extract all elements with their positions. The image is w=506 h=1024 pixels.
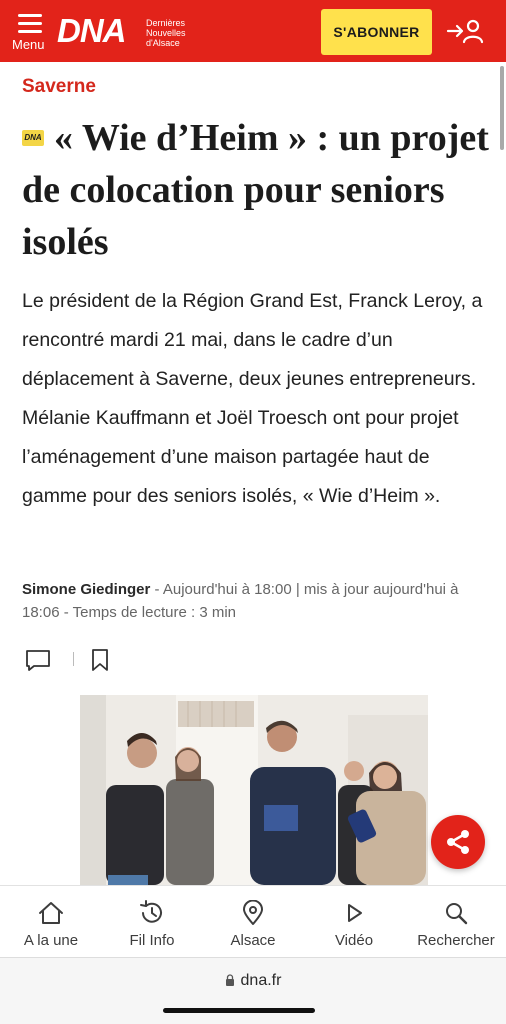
nav-label: Rechercher (417, 932, 495, 949)
dna-badge-icon: DNA (22, 130, 44, 146)
logo-subtitle-line: d'Alsace (146, 38, 180, 48)
article-photo[interactable] (80, 695, 428, 885)
share-icon (447, 830, 469, 854)
share-button[interactable] (431, 815, 485, 869)
login-user-icon[interactable] (446, 16, 486, 46)
article-rubric-link[interactable]: Saverne (22, 76, 96, 98)
article-actions (22, 646, 142, 674)
menu-label: Menu (12, 37, 45, 52)
nav-label: Fil Info (129, 932, 175, 949)
logo-text: DNA (57, 12, 126, 49)
nav-item-video[interactable]: Vidéo (316, 886, 392, 958)
search-icon (446, 903, 468, 925)
article-lead: Le président de la Région Grand Est, Fra… (22, 290, 483, 507)
hamburger-icon (18, 14, 42, 33)
article-title: DNA « Wie d’Heim » : un projet de colocat… (22, 112, 492, 268)
comment-icon[interactable] (24, 648, 52, 672)
subscribe-button[interactable]: S'ABONNER (321, 9, 432, 55)
nav-label: Alsace (230, 932, 276, 949)
article-title-text: « Wie d’Heim » : un projet de colocation… (22, 117, 489, 263)
article-byline: Simone Giedinger - Aujourd'hui à 18:00 |… (22, 578, 492, 624)
nav-item-fil-info[interactable]: Fil Info (112, 886, 192, 958)
lock-icon (225, 974, 234, 986)
browser-url-bar[interactable]: dna.fr (0, 957, 506, 1024)
page-scrollbar[interactable] (500, 66, 504, 150)
play-icon (348, 904, 362, 922)
nav-label: A la une (23, 932, 79, 949)
bottom-navigation: A la une Fil Info Alsace Vidéo Recherche… (0, 885, 506, 957)
logo-subtitle-line: Nouvelles (146, 28, 186, 38)
logo-subtitle: Dernières Nouvelles d'Alsace (146, 18, 206, 48)
nav-item-alsace[interactable]: Alsace (214, 886, 292, 958)
menu-button[interactable]: Menu (12, 10, 50, 54)
location-pin-icon (243, 900, 263, 925)
url-text: dna.fr (240, 972, 282, 989)
nav-label: Vidéo (334, 932, 374, 949)
nav-item-a-la-une[interactable]: A la une (10, 886, 92, 958)
site-header: Menu DNA Dernières Nouvelles d'Alsace S'… (0, 0, 506, 62)
author-name: Simone Giedinger (22, 581, 151, 598)
nav-item-rechercher[interactable]: Rechercher (410, 886, 502, 958)
action-divider (73, 652, 74, 666)
url-display[interactable]: dna.fr (0, 972, 506, 990)
home-icon (39, 902, 63, 924)
history-icon (140, 900, 162, 923)
bookmark-icon[interactable] (90, 648, 110, 672)
logo-subtitle-line: Dernières (146, 18, 186, 28)
home-indicator[interactable] (163, 1008, 315, 1013)
